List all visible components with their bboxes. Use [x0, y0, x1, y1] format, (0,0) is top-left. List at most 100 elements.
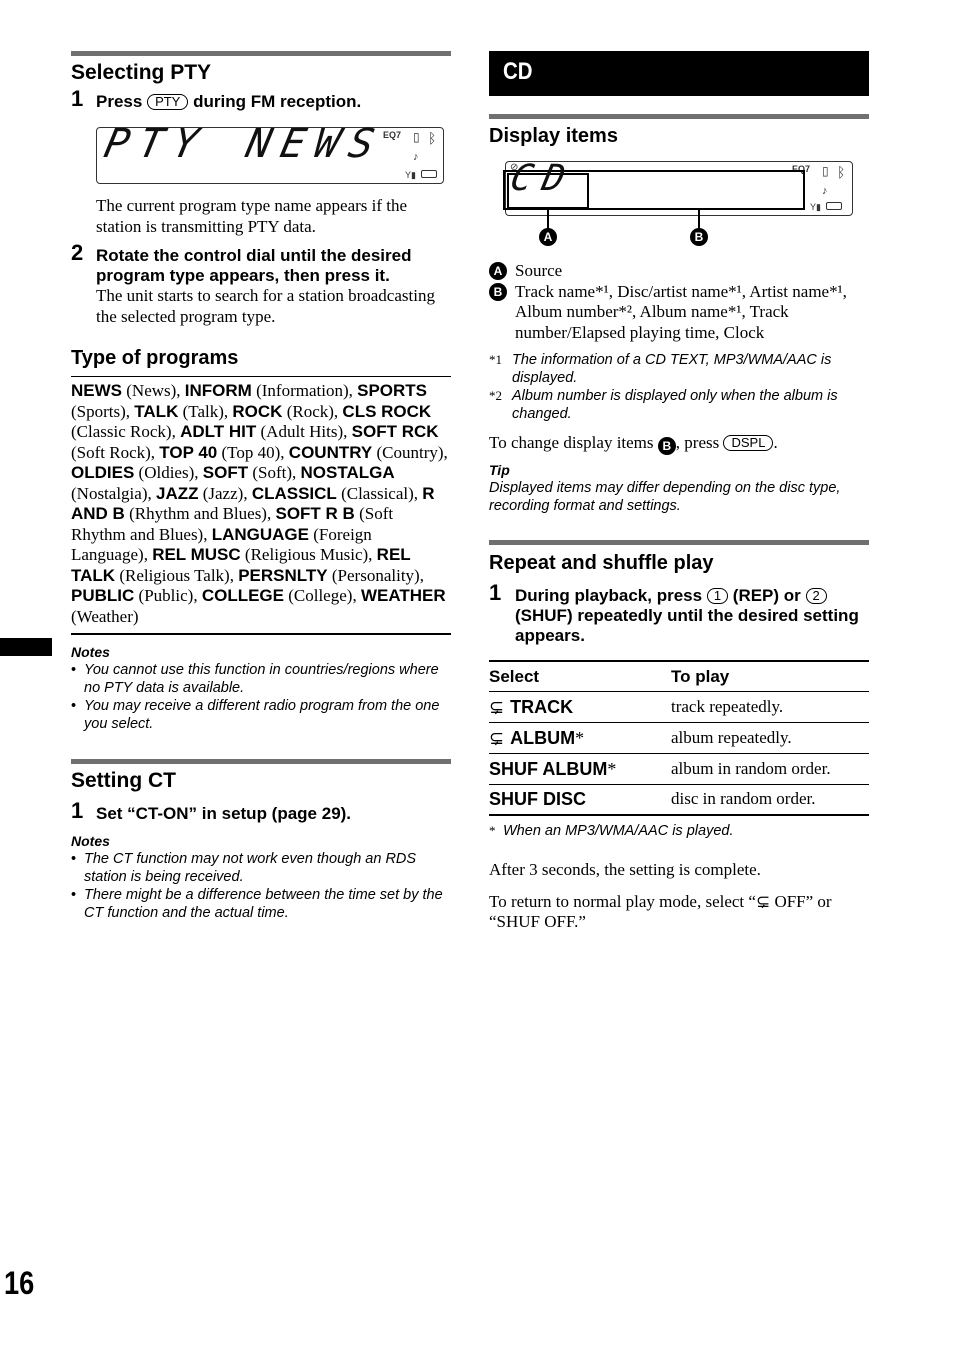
section-rule	[71, 758, 451, 764]
program-code: ADLT HIT	[180, 422, 257, 441]
pty-description: The current program type name appears if…	[96, 196, 408, 236]
program-description: (Religious Music)	[244, 545, 369, 564]
lcd-text-news: NEWS	[242, 121, 389, 167]
phone-icon: ▯	[822, 164, 829, 178]
program-code: SOFT	[202, 463, 249, 482]
program-code: WEATHER	[360, 586, 446, 605]
program-description: (Adult Hits)	[260, 422, 344, 441]
display-legend: A Source B Track name*¹, Disc/artist nam…	[489, 261, 869, 343]
music-icon: ♪	[822, 185, 828, 197]
section-rule	[489, 540, 869, 545]
step-number: 2	[71, 240, 84, 265]
footnotes: *1 The information of a CD TEXT, MP3/WMA/…	[489, 351, 869, 423]
bluetooth-icon: ᛒ	[428, 130, 437, 146]
program-description: (Soft)	[252, 463, 293, 482]
program-description: (Talk)	[182, 401, 224, 421]
program-description: (Religious Talk)	[119, 565, 230, 585]
program-code: PERSNLTY	[238, 565, 328, 585]
left-column: Selecting PTY 1 Press PTY during FM rece…	[71, 51, 451, 922]
section-tab-marker	[0, 638, 52, 656]
section-title-setting-ct: Setting CT	[71, 768, 176, 792]
program-description: (Oldies)	[138, 463, 195, 482]
lcd-status-icons: EQ7 ▯ ᛒ ♪ Y▮	[383, 130, 439, 182]
select-cell: ⊊ ALBUM*	[489, 721, 671, 753]
legend-item-b: B Track name*¹, Disc/artist name*¹, Arti…	[489, 282, 869, 344]
step-1-set-ct: 1 Set “CT-ON” in setup (page 29).	[71, 797, 352, 823]
return-instruction: To return to normal play mode, select “⊊…	[489, 891, 832, 932]
footnote: *2 Album number is displayed only when th…	[489, 388, 838, 422]
battery-icon	[421, 170, 437, 178]
notes-pty: Notes • You cannot use this function in c…	[71, 643, 451, 733]
after-text: After 3 seconds, the setting is complete…	[489, 860, 761, 879]
step-1-repeat-shuffle: 1 During playback, press 1 (REP) or 2 (S…	[489, 580, 859, 646]
note-item: • You cannot use this function in countri…	[71, 661, 439, 696]
change-display-instruction: To change display items B, press DSPL.	[489, 433, 778, 455]
table-row: ⊊ ALBUM* album repeatedly.	[489, 721, 869, 753]
note-item: • There might be a difference between the…	[71, 886, 443, 921]
note-item: • You may receive a different radio progr…	[71, 697, 440, 732]
banner-title: CD	[503, 58, 533, 85]
eq-icon: EQ7	[383, 130, 402, 140]
program-code: JAZZ	[155, 483, 199, 503]
key-2: 2	[805, 588, 827, 604]
legend-item-a: A Source	[489, 261, 869, 282]
program-description: (Rhythm and Blues)	[129, 504, 267, 523]
section-title-selecting-pty: Selecting PTY	[71, 61, 212, 84]
callout-b: B	[690, 228, 708, 246]
dspl-key: DSPL	[723, 435, 774, 451]
program-description: (Weather)	[71, 606, 139, 626]
program-description: (Top 40)	[221, 442, 281, 462]
repeat-icon: ⊊	[489, 727, 505, 748]
section-rule	[489, 114, 869, 119]
program-code: ROCK	[232, 401, 283, 421]
program-description: (News)	[126, 381, 177, 400]
program-description: (Information)	[256, 381, 349, 400]
lcd-text-pty: PTY	[100, 121, 213, 167]
program-code: TOP 40	[159, 442, 218, 462]
program-description: (Country)	[376, 442, 444, 462]
phone-icon: ▯	[413, 130, 420, 144]
program-code: CLASSICL	[251, 483, 337, 503]
program-code: COUNTRY	[288, 442, 373, 462]
program-description: (Jazz)	[202, 483, 244, 503]
program-description: (Soft Rock)	[71, 442, 151, 462]
program-code: SOFT R B	[275, 504, 355, 523]
program-code: PUBLIC	[71, 586, 135, 605]
section-rule	[71, 633, 451, 635]
program-code: NEWS	[71, 381, 122, 400]
step-1-press-pty: 1 Press PTY during FM reception.	[71, 86, 362, 112]
program-code: LANGUAGE	[211, 524, 309, 544]
program-description: (College)	[288, 586, 353, 605]
callout-line-b	[698, 210, 700, 228]
program-description: (Sports)	[71, 401, 126, 421]
program-code: TALK	[134, 401, 179, 421]
battery-icon	[826, 202, 842, 210]
program-code: NOSTALGA	[300, 463, 395, 482]
to-play-cell: track repeatedly.	[671, 690, 869, 722]
bluetooth-icon: ᛒ	[837, 164, 846, 180]
program-code: SPORTS	[357, 381, 428, 400]
program-description: (Classic Rock)	[71, 422, 172, 441]
page-number: 16	[4, 1265, 35, 1301]
program-code: REL MUSC	[152, 545, 241, 564]
to-play-cell: album repeatedly.	[671, 721, 869, 753]
step-2-description: The unit starts to search for a station …	[96, 286, 435, 326]
to-play-cell: album in random order.	[671, 752, 869, 784]
to-play-cell: disc in random order.	[671, 783, 869, 815]
music-icon: ♪	[413, 151, 419, 163]
table-row: ⊊ TRACK track repeatedly.	[489, 690, 869, 722]
repeat-icon: ⊊	[489, 696, 505, 717]
section-rule	[71, 376, 451, 377]
program-code: COLLEGE	[201, 586, 284, 605]
section-title-type-of-programs: Type of programs	[71, 347, 239, 369]
lcd-display-pty: PTY NEWS EQ7 ▯ ᛒ ♪ Y▮	[96, 121, 444, 184]
key-1: 1	[706, 588, 729, 604]
repeat-icon: ⊊	[755, 891, 771, 911]
cd-display-diagram: ⊘ EQ7 ▯ ᛒ ♪ Y▮ CD A B	[489, 157, 869, 257]
program-code: CLS ROCK	[342, 401, 432, 421]
select-cell: SHUF ALBUM*	[489, 752, 671, 784]
program-code: SOFT RCK	[351, 422, 439, 441]
column-header-select: Select	[489, 666, 540, 686]
callout-line-a	[547, 209, 549, 228]
table-footnote: * When an MP3/WMA/AAC is played.	[489, 823, 734, 839]
